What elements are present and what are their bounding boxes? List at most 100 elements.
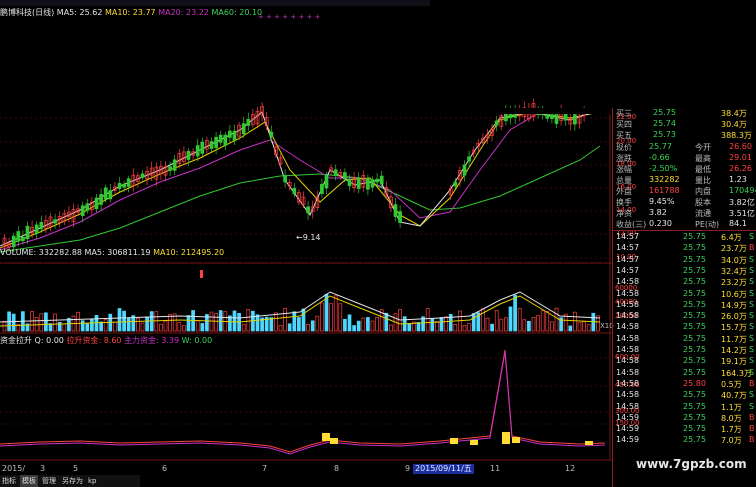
trade-cell: S: [749, 401, 755, 411]
candle-body: [223, 134, 228, 146]
fund-title-line: 资金拉升 Q: 0.00 拉升资金: 8.60 主力资金: 3.39 W: 0.…: [0, 335, 212, 346]
volume-bar: [320, 302, 324, 332]
stat-cell: -0.66: [649, 153, 670, 162]
trade-cell: 19.1万: [721, 357, 747, 367]
volume-bar: [586, 324, 591, 332]
trade-cell: S: [749, 356, 755, 366]
watermark: www.7gpzb.com: [636, 457, 747, 471]
candle-body: [209, 141, 214, 149]
fund-bar: [450, 438, 458, 444]
trade-cell: 25.75: [683, 412, 706, 422]
tab-2[interactable]: 管理: [40, 475, 58, 487]
candle-body: [246, 118, 251, 126]
volume-bar: [297, 317, 301, 332]
candle-body: [39, 221, 44, 230]
candle-body: [11, 235, 16, 248]
date-tick: 12: [565, 464, 576, 473]
trade-row: 14:57 25.75 32.4万 S: [613, 266, 756, 277]
candle-body: [34, 224, 39, 234]
stat-cell: 涨跌: [616, 154, 632, 163]
tab-0[interactable]: 指标: [0, 475, 18, 487]
volume-bar: [366, 317, 370, 332]
stat-cell: 84.1: [729, 219, 747, 228]
volume-bar: [573, 311, 577, 332]
quote-cell: 25.75: [653, 108, 676, 117]
candle-body: [292, 187, 297, 195]
stat-cell: 9.45%: [649, 197, 675, 206]
date-highlight: 2015/09/11/五: [413, 464, 474, 474]
chart-grid: [0, 108, 612, 461]
trade-cell: B: [749, 378, 755, 388]
trade-cell: 14:58: [616, 299, 640, 309]
trade-row: 14:57 25.75 23.7万 B: [613, 243, 756, 254]
fund-bar: [512, 437, 520, 443]
candle-body: [122, 183, 126, 188]
trade-row: 14:58 25.75 14.2万 S: [613, 345, 756, 356]
trade-cell: 14:57: [616, 254, 640, 264]
panel-divider: [613, 230, 756, 231]
volume-ma5-label: MA5: 306811.19: [84, 248, 151, 257]
date-tick: 2015/: [2, 464, 26, 473]
volume-bar: [255, 314, 260, 332]
low-price-value: 9.14: [302, 233, 321, 242]
low-price-label: ←9.14: [296, 233, 321, 242]
stat-cell: 内盘: [695, 187, 711, 196]
date-tick: 9: [405, 464, 411, 473]
stat-cell: 26.60: [729, 142, 752, 151]
candle-body: [168, 166, 172, 171]
trade-cell: 14:58: [616, 322, 640, 332]
trade-cell: 15.7万: [721, 323, 747, 333]
stat-cell: 外盘: [616, 187, 632, 196]
volume-bar: [338, 303, 343, 332]
volume-bar: [62, 323, 67, 332]
trade-cell: S: [749, 311, 755, 321]
stat-cell: 最高: [695, 154, 711, 163]
tab-3[interactable]: 另存为: [60, 475, 85, 487]
candle-body: [232, 130, 237, 141]
volume-bar: [44, 312, 48, 332]
quote-panel: 买三 25.75 38.4万 买四 25.74 30.4万 买五 25.73 388.3万 现价…: [612, 108, 756, 487]
stat-row: 总量 332282 量比 1.23: [613, 175, 756, 186]
volume-bar: [117, 308, 122, 332]
tab-1[interactable]: 模板: [20, 475, 38, 487]
candle-body: [218, 134, 223, 143]
volume-bar: [53, 313, 57, 332]
date-tick: 7: [262, 464, 268, 473]
date-tick: 6: [162, 464, 168, 473]
volume-bar: [177, 322, 182, 332]
volume-bar: [531, 317, 536, 332]
volume-chart: [0, 270, 601, 332]
stat-cell: 净资: [616, 209, 632, 218]
trade-cell: 34.0万: [721, 255, 747, 265]
candle-body: [80, 205, 85, 216]
volume-bar: [540, 310, 545, 332]
candle-body: [99, 194, 103, 205]
trade-row: 14:58 25.75 15.7万 S: [613, 322, 756, 333]
chart-area[interactable]: [0, 0, 612, 487]
candle-body: [494, 120, 499, 126]
trade-cell: 40.7万: [721, 391, 747, 401]
volume-bar: [361, 317, 366, 332]
trade-cell: 14:58: [616, 378, 640, 388]
date-tick: 3: [40, 464, 46, 473]
candle-body: [393, 204, 398, 217]
trade-cell: 25.75: [683, 254, 706, 264]
candle-body: [172, 159, 177, 171]
candle-body: [228, 130, 232, 138]
trade-cell: S: [749, 345, 755, 354]
trade-cell: B: [749, 424, 755, 434]
tab-4[interactable]: kp: [86, 475, 99, 487]
fund-q: Q: 0.00: [34, 336, 64, 345]
trade-cell: 1.1万: [721, 402, 742, 412]
volume-bar: [490, 323, 494, 332]
kline-chart: [0, 98, 612, 253]
trade-cell: S: [749, 288, 755, 298]
candle-body: [21, 236, 25, 242]
volume-bar: [389, 324, 393, 332]
candle-body: [320, 184, 324, 194]
trade-cell: S: [749, 390, 755, 400]
candle-body: [85, 203, 90, 211]
volume-bar: [306, 323, 310, 332]
trade-row: 14:58 25.75 19.1万 S: [613, 356, 756, 367]
volume-bar: [471, 313, 476, 332]
